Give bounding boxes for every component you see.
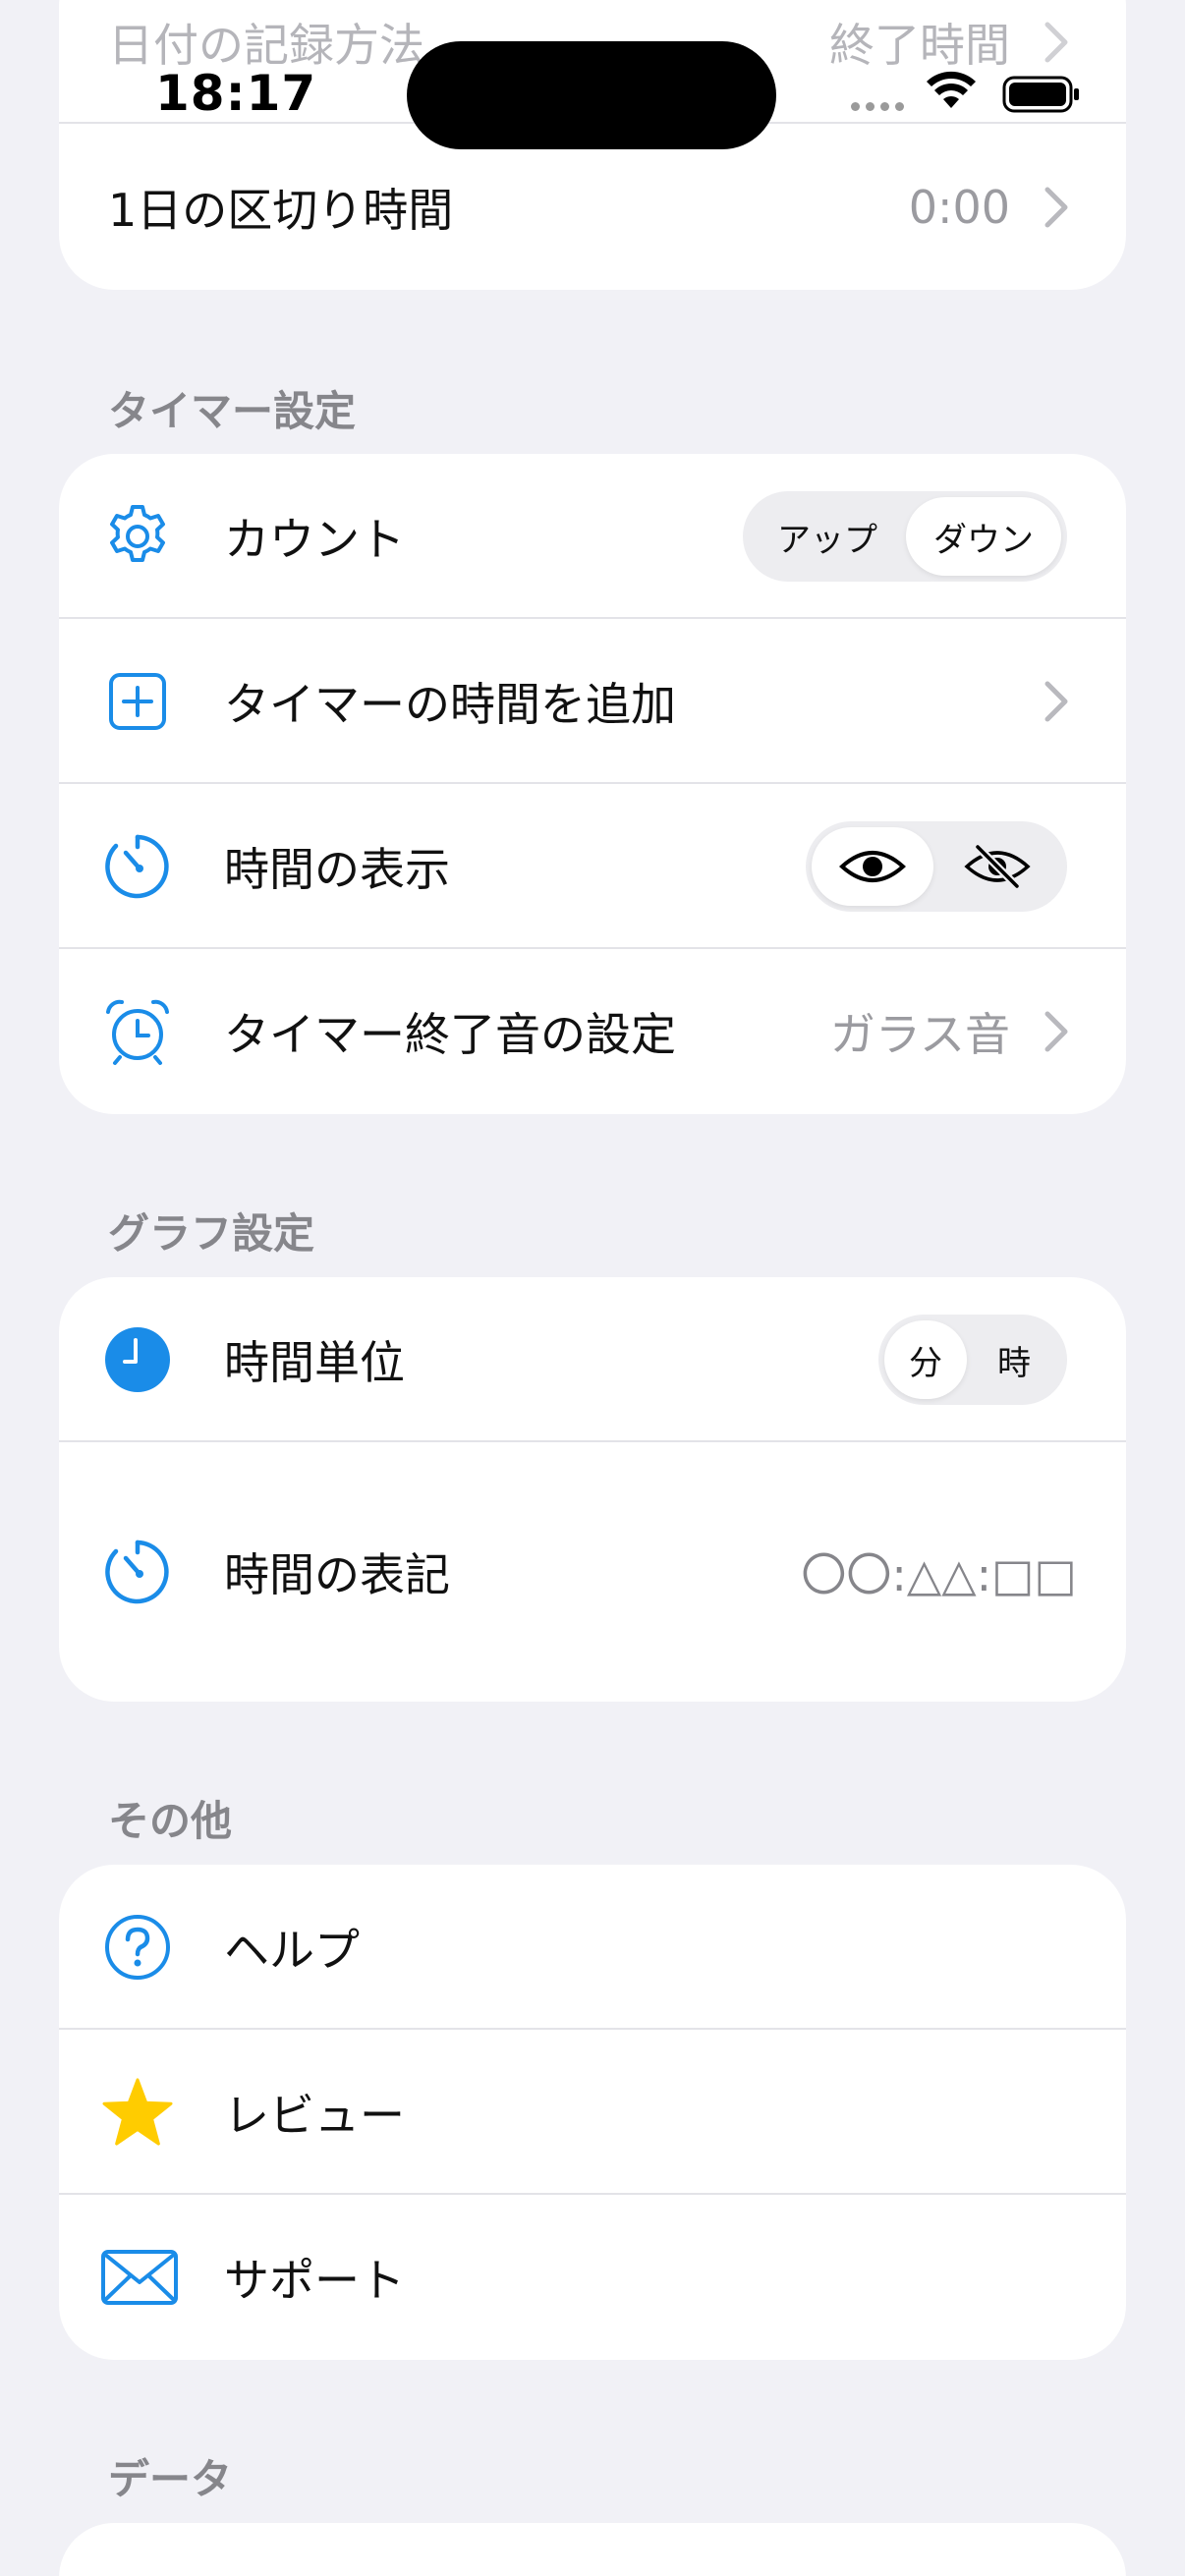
timer-settings-card: カウント アップ ダウン タイマーの時間を追加 時間の表示 タイマー終了音の設定… <box>59 454 1126 1114</box>
time-notation-value: 〇〇:△△:□□ <box>801 1548 1077 1601</box>
data-card <box>59 2523 1126 2576</box>
time-notation-label: 時間の表記 <box>224 1548 450 1601</box>
time-display-toggle <box>806 821 1067 912</box>
support-label: サポート <box>224 2254 405 2307</box>
review-row[interactable]: レビュー <box>59 2030 1126 2195</box>
time-notation-row[interactable]: 時間の表記 〇〇:△△:□□ <box>59 1442 1126 1702</box>
star-icon <box>102 2077 173 2148</box>
count-label: カウント <box>224 513 405 566</box>
unit-hour-option[interactable]: 時 <box>967 1320 1061 1399</box>
wifi-icon <box>927 71 976 108</box>
timer-end-sound-label: タイマー終了音の設定 <box>224 1008 676 1061</box>
timer-icon <box>102 1537 173 1607</box>
alarm-clock-icon <box>102 996 173 1067</box>
envelope-icon <box>100 2242 179 2313</box>
graph-settings-card: 時間単位 分 時 時間の表記 〇〇:△△:□□ <box>59 1277 1126 1702</box>
chevron-right-icon <box>1044 681 1068 722</box>
cellular-signal-icon <box>851 102 904 111</box>
timer-icon <box>102 831 173 902</box>
unit-minute-option[interactable]: 分 <box>884 1320 967 1399</box>
day-boundary-row[interactable]: 1日の区切り時間 0:00 <box>59 126 1126 289</box>
add-timer-time-label: タイマーの時間を追加 <box>224 678 676 731</box>
timer-end-sound-value: ガラス音 <box>829 1008 1010 1061</box>
time-unit-segmented-control: 分 時 <box>878 1315 1067 1405</box>
dynamic-island <box>407 41 776 149</box>
other-card: ヘルプ レビュー サポート <box>59 1865 1126 2360</box>
time-display-label: 時間の表示 <box>224 843 450 896</box>
gear-icon <box>102 501 173 572</box>
other-section-title: その他 <box>108 1797 233 1845</box>
data-section-title: データ <box>108 2455 233 2503</box>
chevron-right-icon <box>1044 187 1068 228</box>
question-circle-icon <box>102 1912 173 1983</box>
help-label: ヘルプ <box>224 1924 360 1977</box>
count-row: カウント アップ ダウン <box>59 454 1126 619</box>
status-time: 18:17 <box>155 65 317 122</box>
time-unit-row: 時間単位 分 時 <box>59 1277 1126 1442</box>
graph-section-title: グラフ設定 <box>108 1209 315 1258</box>
time-display-row: 時間の表示 <box>59 784 1126 949</box>
eye-icon <box>839 851 906 882</box>
timer-section-title: タイマー設定 <box>108 387 357 435</box>
count-segmented-control: アップ ダウン <box>743 491 1067 582</box>
hide-time-option[interactable] <box>933 827 1061 906</box>
eye-slash-icon <box>964 844 1031 889</box>
chevron-right-icon <box>1044 1011 1068 1052</box>
count-down-option[interactable]: ダウン <box>906 497 1061 576</box>
day-boundary-label: 1日の区切り時間 <box>108 184 454 237</box>
timer-end-sound-row[interactable]: タイマー終了音の設定 ガラス音 <box>59 949 1126 1114</box>
add-timer-time-row[interactable]: タイマーの時間を追加 <box>59 619 1126 784</box>
show-time-option[interactable] <box>812 827 933 906</box>
battery-icon <box>1002 76 1079 113</box>
support-row[interactable]: サポート <box>59 2195 1126 2360</box>
help-row[interactable]: ヘルプ <box>59 1865 1126 2030</box>
date-record-method-value: 終了時間 <box>829 19 1010 72</box>
chevron-right-icon <box>1044 22 1068 63</box>
plus-square-icon <box>102 666 173 737</box>
day-boundary-value: 0:00 <box>908 181 1010 234</box>
count-up-option[interactable]: アップ <box>749 497 906 576</box>
clock-fill-icon <box>102 1324 173 1395</box>
review-label: レビュー <box>224 2089 405 2142</box>
time-unit-label: 時間単位 <box>224 1336 405 1389</box>
